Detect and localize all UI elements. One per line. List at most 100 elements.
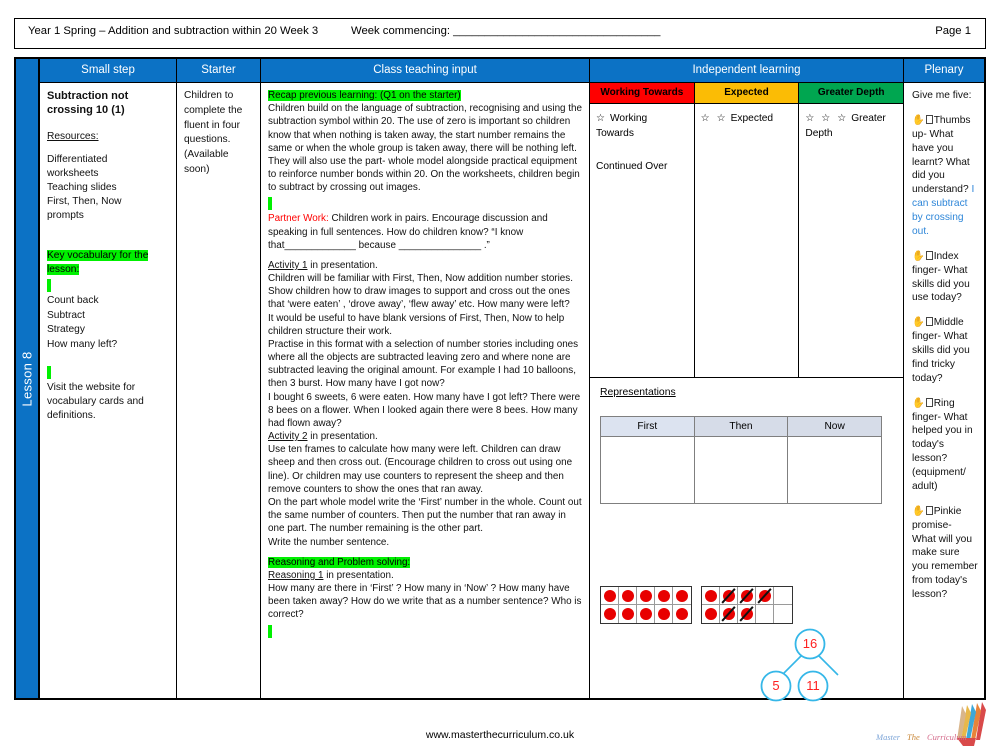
ten-frame-cell[interactable] — [601, 587, 619, 605]
part-whole-part-left-value: 5 — [772, 678, 780, 693]
cell-first[interactable] — [600, 436, 695, 504]
part-whole-model: 16 5 11 — [750, 628, 870, 712]
cell-now[interactable] — [787, 436, 882, 504]
plenary-item: ✋ Thumbs up- What have you learnt? What d… — [912, 114, 978, 239]
representations-title: Representations — [600, 387, 676, 398]
ten-frame-cell[interactable] — [702, 605, 720, 623]
ten-frame-cell[interactable] — [756, 587, 774, 605]
reasoning-heading: Reasoning and Problem solving: — [268, 556, 411, 568]
independent-band-cells: ☆ Working Towards Continued Over ☆ ☆ Exp… — [590, 104, 903, 378]
crossed-ten-frame — [701, 586, 793, 624]
lesson-spine-label: Lesson 8 — [19, 350, 35, 407]
counter-dot — [676, 589, 688, 602]
plenary-item-text: Give me five: — [912, 90, 972, 101]
reasoning-body: How many are there in ‘First’ ? How many… — [268, 583, 582, 621]
full-ten-frame — [600, 586, 692, 624]
activity1-body: Children will be familiar with First, Th… — [268, 273, 581, 429]
ten-frame-cell[interactable] — [637, 605, 655, 623]
ten-frame-row — [702, 587, 792, 605]
band-cell-greater-depth: ☆ ☆ ☆ Greater Depth — [799, 104, 903, 377]
vocabulary-words: Count back Subtract Strategy How many left? — [47, 295, 118, 350]
counter-dot — [657, 589, 670, 602]
ten-frame-cell[interactable] — [774, 605, 792, 623]
ten-frame-cell[interactable] — [655, 587, 673, 605]
recap-heading: Recap previous learning: (Q1 on the star… — [268, 90, 461, 101]
column-plenary: Plenary Give me five: ✋ Thumbs up- What ha… — [904, 59, 984, 698]
missing-glyph-icon — [925, 505, 933, 515]
partner-work: Partner Work: Children work in pairs. En… — [268, 213, 548, 251]
table-header-then: Then — [693, 416, 789, 437]
table-header-now: Now — [787, 416, 882, 437]
ten-frame-cell[interactable] — [756, 605, 774, 623]
counter-dot — [704, 608, 717, 620]
key-vocabulary-heading: Key vocabulary for the lesson: — [47, 249, 170, 276]
ten-frame-cell[interactable] — [601, 605, 619, 623]
column-independent-learning: Independent learning Working Towards Exp… — [590, 59, 904, 702]
part-whole-part-right-value: 11 — [806, 678, 820, 693]
band-text-expected: Expected — [730, 113, 774, 124]
plenary-item: Give me five: — [912, 89, 978, 103]
teaching-body: Recap previous learning: (Q1 on the star… — [261, 83, 589, 698]
continued-over-note: Continued Over — [596, 160, 668, 172]
ten-frame-cell[interactable] — [738, 605, 756, 623]
small-step-title: Subtraction not crossing 10 (1) — [47, 90, 129, 117]
independent-band-headers: Working Towards Expected Greater Depth — [590, 83, 904, 104]
column-starter: Starter Children to complete the fluent … — [177, 59, 261, 698]
band-cell-working-towards: ☆ Working Towards Continued Over — [590, 104, 695, 377]
recap-body: Children build on the language of subtra… — [268, 103, 583, 194]
activity1-heading: Activity 1 in presentation. — [268, 259, 378, 271]
logo-word-master: Master — [875, 732, 901, 742]
lesson-grid: Lesson 8 Small step Subtraction not cros… — [14, 57, 986, 702]
ten-frame-cell[interactable] — [637, 587, 655, 605]
part-whole-whole-value: 16 — [802, 636, 818, 651]
band-header-working-towards: Working Towards — [590, 83, 695, 103]
first-then-now-table: First Then Now — [600, 416, 882, 504]
column-header-small-step: Small step — [40, 59, 176, 83]
table-header-row: First Then Now — [600, 416, 882, 437]
counter-dot — [676, 608, 688, 620]
plenary-item-text: Ring finger- What helped you in today's … — [912, 397, 973, 492]
resources-list: Differentiated worksheets Teaching slides F… — [47, 154, 122, 222]
table-row — [600, 436, 882, 504]
missing-glyph-icon — [925, 114, 933, 124]
plenary-item: ✋ Middle finger- What skills did you find… — [912, 316, 978, 385]
hand-icon: ✋ — [912, 250, 925, 262]
green-marker-teaching-2 — [268, 624, 272, 638]
counter-dot — [603, 608, 616, 620]
ten-frame-cell[interactable] — [655, 605, 673, 623]
counter-dot — [621, 608, 634, 620]
lesson-spine: Lesson 8 — [16, 59, 40, 698]
ten-frame-cell[interactable] — [738, 587, 756, 605]
ten-frame-row — [702, 605, 792, 623]
ten-frame-cell[interactable] — [720, 605, 738, 623]
resources-label: Resources: — [47, 130, 99, 142]
key-vocabulary-highlight: Key vocabulary for the lesson: — [47, 250, 149, 275]
hand-icon: ✋ — [912, 397, 925, 409]
plenary-item: ✋ Ring finger- What helped you in today's… — [912, 397, 978, 494]
footer-url[interactable]: www.masterthecurriculum.co.uk — [0, 729, 1000, 741]
activity2-body: Use ten frames to calculate how many wer… — [268, 444, 582, 548]
plenary-item: ✋ Index finger- What skills did you use t… — [912, 250, 978, 306]
plenary-item-text: Thumbs up- What have you learnt? What di… — [912, 114, 971, 196]
small-step-body: Subtraction not crossing 10 (1) Resource… — [40, 83, 176, 698]
missing-glyph-icon — [925, 397, 933, 407]
ten-frame-cell[interactable] — [619, 605, 637, 623]
logo-word-the: The — [907, 732, 920, 742]
column-class-teaching-input: Class teaching input Recap previous lear… — [261, 59, 590, 698]
missing-glyph-icon — [925, 317, 933, 327]
logo-word-curriculum: Curriculum — [927, 732, 967, 742]
counter-dot — [639, 608, 652, 620]
plenary-item: ✋ Pinkie promise- What will you make sure… — [912, 505, 978, 602]
ten-frame-cell[interactable] — [673, 605, 691, 623]
ten-frame-cell[interactable] — [702, 587, 720, 605]
ten-frame-cell[interactable] — [619, 587, 637, 605]
hand-icon: ✋ — [912, 505, 925, 517]
representations-section: Representations First Then Now 16 5 11 — [590, 378, 903, 702]
pencil-flame-logo-icon: Master The Curriculum — [875, 702, 986, 746]
cell-then[interactable] — [693, 436, 789, 504]
star-rating-2: ☆ ☆ — [700, 113, 728, 124]
green-marker-teaching-1 — [268, 197, 272, 211]
ten-frame-cell[interactable] — [673, 587, 691, 605]
ten-frame-cell[interactable] — [774, 587, 792, 605]
ten-frame-cell[interactable] — [720, 587, 738, 605]
